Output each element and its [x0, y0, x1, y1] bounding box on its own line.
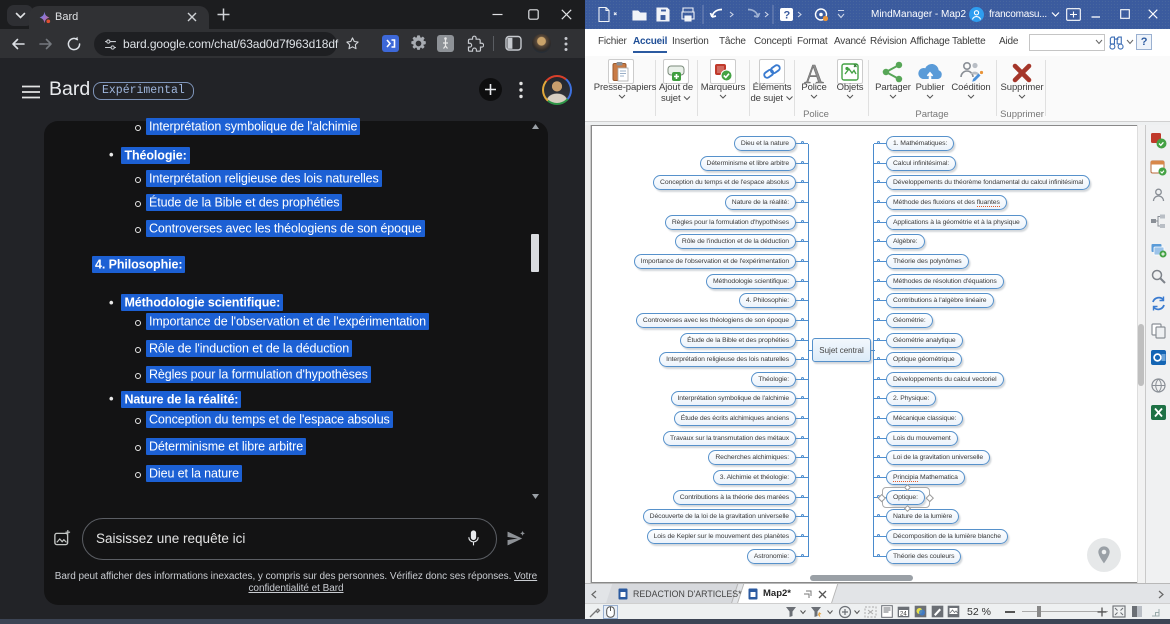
svg-text:24: 24 [900, 612, 907, 618]
